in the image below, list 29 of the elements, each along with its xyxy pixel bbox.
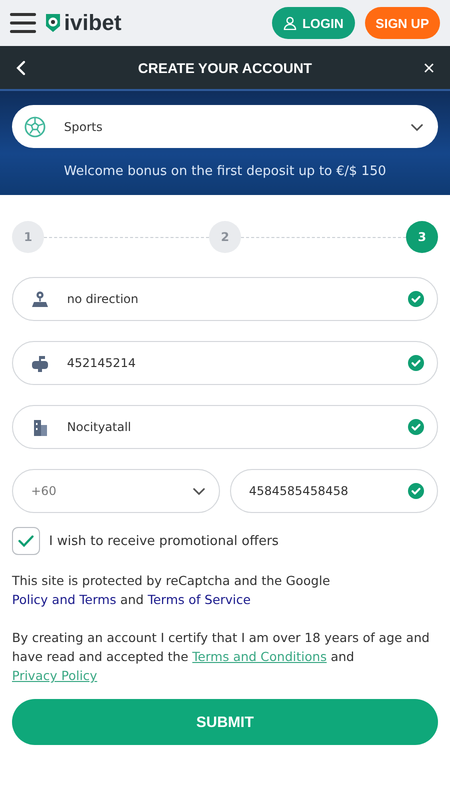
checkbox[interactable] — [12, 527, 40, 555]
menu-icon — [10, 12, 36, 34]
checkbox-label: I wish to receive promotional offers — [49, 534, 279, 548]
map-pin-icon — [31, 290, 49, 308]
step-indicator: 2 — [209, 221, 241, 253]
building-icon — [31, 418, 49, 436]
input-field[interactable]: 452145214 — [12, 341, 438, 385]
legal-notice: By creating an account I certify that I am over 18 years of age and have read and accepted the Terms and Conditions and Privacy Policy — [12, 629, 431, 685]
captcha-notice: This site is protected by reCaptcha and the Google Policy and Terms and Terms of Service — [12, 572, 332, 609]
page-title: CREATE YOUR ACCOUNT — [137, 60, 313, 76]
logo-text: ivibet — [64, 10, 122, 36]
step-indicator: 1 — [12, 221, 44, 253]
link[interactable]: Policy and Terms — [12, 592, 116, 607]
phone-field[interactable]: 4584585458458 — [230, 469, 438, 513]
country-code-select[interactable]: +60 — [12, 469, 220, 513]
user-icon — [283, 16, 298, 30]
sport-select[interactable]: Sports — [12, 105, 438, 148]
ball-icon — [24, 116, 46, 138]
back-icon — [16, 60, 26, 76]
bonus-text: Welcome bonus on the first deposit up to €/$ 150 — [62, 164, 388, 179]
link[interactable]: Terms of Service — [148, 592, 251, 607]
checkmark-icon — [18, 535, 34, 547]
step-indicator: 3 — [406, 221, 438, 253]
chevron-down-icon — [192, 485, 206, 497]
close-icon — [424, 62, 434, 72]
shield-logo-icon — [44, 13, 62, 33]
input-field[interactable]: no direction — [12, 277, 438, 321]
mailbox-icon — [31, 354, 49, 372]
input-field[interactable]: Nocityatall — [12, 405, 438, 449]
